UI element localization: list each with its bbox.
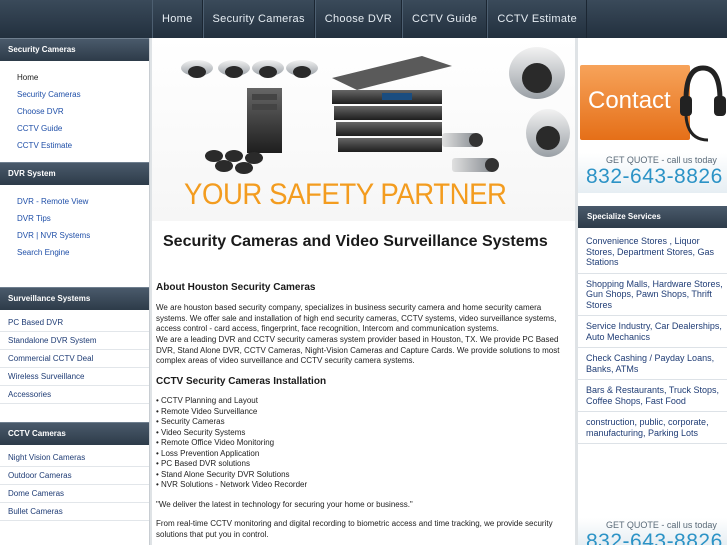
sidebar-link-security-cameras[interactable]: Security Cameras [0,86,149,103]
list-item: • NVR Solutions - Network Video Recorder [156,480,308,489]
sidebar-heading-cctv-cameras: CCTV Cameras [0,422,149,445]
large-dome-cameras [509,47,570,157]
sidebar-heading-security-cameras: Security Cameras [0,38,149,61]
top-nav-links: Home Security Cameras Choose DVR CCTV Gu… [152,0,588,38]
sidebar-link-dvr-remote-view[interactable]: DVR - Remote View [0,193,149,210]
bullet-cameras [442,133,499,172]
sidebar-menu-cctv-cameras: Night Vision Cameras Outdoor Cameras Dom… [0,445,149,521]
sidebar-heading-surveillance-systems: Surveillance Systems [0,287,149,310]
sidebar-link-night-vision[interactable]: Night Vision Cameras [0,449,149,467]
headset-icon [680,65,726,142]
contact-box: Contact GET QUOTE - call us today 832-64… [578,38,727,193]
dome-camera-row [181,60,318,78]
list-item: • PC Based DVR solutions [156,459,250,468]
list-item: • Loss Prevention Application [156,448,260,458]
quote-banner-top: GET QUOTE - call us today 832-643-8826 [578,153,727,193]
sidebar-link-home[interactable]: Home [0,69,149,86]
topnav-home[interactable]: Home [152,0,203,38]
list-item: • Stand Alone Security DVR Solutions [156,469,290,479]
sidebar-link-commercial-cctv[interactable]: Commercial CCTV Deal [0,350,149,368]
sidebar-menu-security-cameras: Home Security Cameras Choose DVR CCTV Gu… [0,61,149,162]
topnav-cctv-guide[interactable]: CCTV Guide [401,0,488,38]
specialize-item[interactable]: Convenience Stores , Liquor Stores, Depa… [578,231,727,274]
about-paragraph-1: We are houston based security company, s… [156,303,557,333]
sidebar-link-standalone-dvr[interactable]: Standalone DVR System [0,332,149,350]
right-sidebar: Contact GET QUOTE - call us today 832-64… [578,38,727,545]
sidebar-link-dvr-tips[interactable]: DVR Tips [0,210,149,227]
topnav-security-cameras[interactable]: Security Cameras [202,0,315,38]
specialize-list: Convenience Stores , Liquor Stores, Depa… [578,231,727,444]
sidebar-menu-dvr-system: DVR - Remote View DVR Tips DVR | NVR Sys… [0,185,149,269]
specialize-item[interactable]: Shopping Malls, Hardware Stores, Gun Sho… [578,274,727,316]
installation-heading: CCTV Security Cameras Installation [156,376,327,387]
phone-number[interactable]: 832-643-8826 [586,530,723,545]
list-item: • Video Security Systems [156,427,246,437]
sidebar-link-pc-based-dvr[interactable]: PC Based DVR [0,314,149,332]
quote-label: GET QUOTE - call us today [606,520,717,530]
quote-label: GET QUOTE - call us today [606,155,717,165]
main-content: Security Cameras and Video Surveillance … [152,221,575,545]
banner-slogan: YOUR SAFETY PARTNER [184,178,507,211]
sidebar-link-accessories[interactable]: Accessories [0,386,149,404]
topnav-cctv-estimate[interactable]: CCTV Estimate [487,0,588,38]
closing-text: From real-time CCTV monitoring and digit… [156,519,553,539]
quote-banner-bottom: GET QUOTE - call us today 832-643-8826 [578,518,727,545]
mini-camera-cluster [205,150,263,174]
sidebar-link-wireless-surveillance[interactable]: Wireless Surveillance [0,368,149,386]
installation-list: • CCTV Planning and Layout • Remote Vide… [156,396,307,491]
sidebar-link-dvr-nvr-systems[interactable]: DVR | NVR Systems [0,227,149,244]
top-navigation: Home Security Cameras Choose DVR CCTV Gu… [0,0,727,38]
about-paragraph-2: We are a leading DVR and CCTV security c… [156,335,560,365]
sidebar-link-dome-cameras[interactable]: Dome Cameras [0,485,149,503]
page-title: Security Cameras and Video Surveillance … [163,233,548,250]
about-heading: About Houston Security Cameras [156,282,316,293]
banner: YOUR SAFETY PARTNER [152,38,575,221]
quote-text: "We deliver the latest in technology for… [156,500,413,509]
sidebar-link-bullet-cameras[interactable]: Bullet Cameras [0,503,149,521]
list-item: • Remote Office Video Monitoring [156,438,275,447]
contact-button[interactable]: Contact [580,65,690,140]
sidebar-link-cctv-estimate[interactable]: CCTV Estimate [0,137,149,154]
list-item: • CCTV Planning and Layout [156,396,258,405]
list-item: • Security Cameras [156,417,225,426]
sidebar-link-cctv-guide[interactable]: CCTV Guide [0,120,149,137]
specialize-item[interactable]: Bars & Restaurants, Truck Stops, Coffee … [578,380,727,412]
contact-label: Contact [588,87,671,114]
sidebar-link-search-engine[interactable]: Search Engine [0,244,149,261]
products-illustration [181,47,570,174]
sidebar-link-outdoor-cameras[interactable]: Outdoor Cameras [0,467,149,485]
specialize-item[interactable]: construction, public, corporate, manufac… [578,412,727,444]
list-item: • Remote Video Surveillance [156,406,258,416]
dvr-stack [332,56,452,152]
pc-tower [247,88,282,153]
specialize-item[interactable]: Service Industry, Car Dealerships, Auto … [578,316,727,348]
sidebar-menu-surveillance-systems: PC Based DVR Standalone DVR System Comme… [0,310,149,404]
specialize-heading: Specialize Services [578,206,727,228]
sidebar-heading-dvr-system: DVR System [0,162,149,185]
specialize-item[interactable]: Check Cashing / Payday Loans, Banks, ATM… [578,348,727,380]
topnav-choose-dvr[interactable]: Choose DVR [314,0,402,38]
phone-number[interactable]: 832-643-8826 [586,165,723,189]
left-sidebar: Security Cameras Home Security Cameras C… [0,38,150,545]
sidebar-link-choose-dvr[interactable]: Choose DVR [0,103,149,120]
